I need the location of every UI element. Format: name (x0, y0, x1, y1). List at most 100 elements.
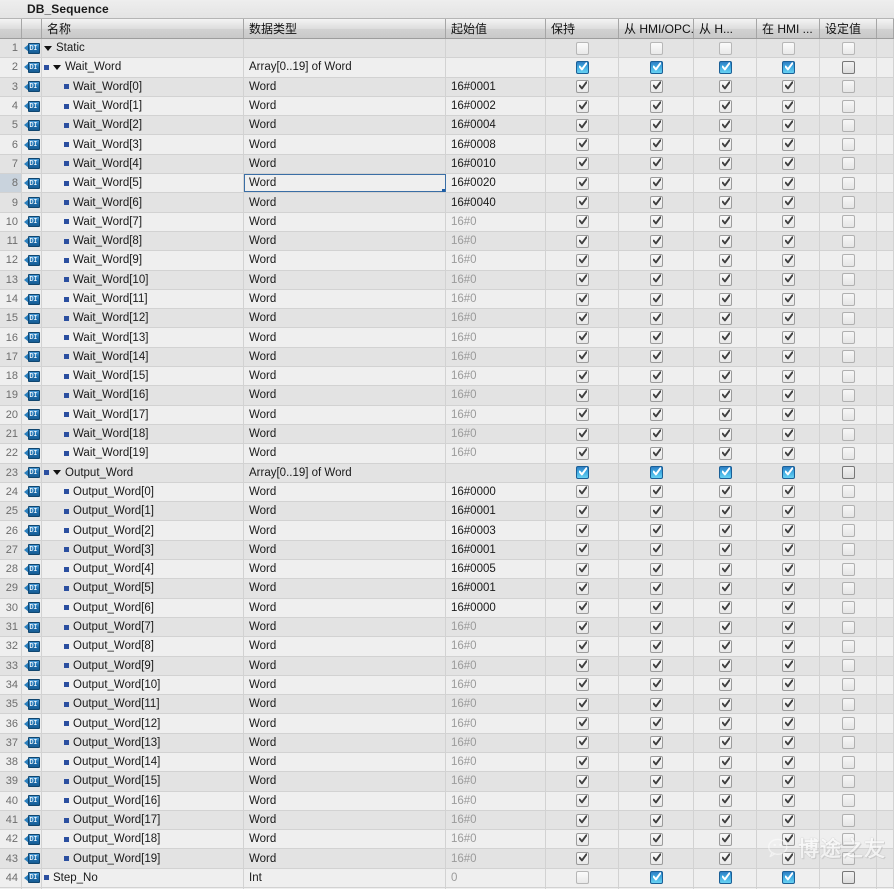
table-row[interactable]: 27 DI Output_Word[3] Word 16#0001 (0, 540, 894, 561)
cell-setpoint[interactable] (820, 695, 877, 714)
table-row[interactable]: 11 DI Wait_Word[8] Word 16#0 (0, 231, 894, 252)
cell-visible-in-hmi[interactable] (757, 193, 820, 212)
cell-accessible-from-hmi[interactable] (619, 231, 694, 251)
cell-setpoint[interactable] (820, 675, 877, 695)
visible-in-hmi-checkbox[interactable] (781, 794, 795, 808)
cell-accessible-from-hmi[interactable] (619, 560, 694, 579)
writable-from-hmi-checkbox[interactable] (718, 234, 732, 248)
cell-accessible-from-hmi[interactable] (619, 791, 694, 810)
cell-setpoint[interactable] (820, 637, 877, 656)
cell-writable-from-hmi[interactable] (694, 270, 757, 289)
retain-checkbox[interactable] (575, 774, 589, 788)
writable-from-hmi-checkbox[interactable] (718, 659, 732, 673)
accessible-from-hmi-checkbox[interactable] (649, 80, 663, 94)
cell-retain[interactable] (546, 58, 619, 77)
cell-data-type[interactable] (244, 39, 446, 58)
cell-accessible-from-hmi[interactable] (619, 463, 694, 482)
cell-accessible-from-hmi[interactable] (619, 540, 694, 560)
cell-setpoint[interactable] (820, 386, 877, 405)
cell-setpoint[interactable] (820, 251, 877, 270)
cell-setpoint[interactable] (820, 289, 877, 309)
fill-handle[interactable] (442, 189, 445, 193)
cell-retain[interactable] (546, 367, 619, 386)
cell-visible-in-hmi[interactable] (757, 830, 820, 849)
retain-checkbox[interactable] (575, 60, 589, 74)
cell-visible-in-hmi[interactable] (757, 174, 820, 193)
accessible-from-hmi-checkbox[interactable] (649, 581, 663, 595)
setpoint-checkbox[interactable] (841, 717, 855, 731)
accessible-from-hmi-checkbox[interactable] (649, 717, 663, 731)
writable-from-hmi-checkbox[interactable] (718, 524, 732, 538)
cell-data-type[interactable]: Word (244, 830, 446, 849)
column-header-start-value[interactable]: 起始值 (446, 19, 546, 38)
cell-writable-from-hmi[interactable] (694, 656, 757, 675)
cell-setpoint[interactable] (820, 231, 877, 251)
cell-data-type[interactable]: Word (244, 231, 446, 251)
cell-start-value[interactable]: 0 (446, 868, 546, 888)
cell-writable-from-hmi[interactable] (694, 540, 757, 560)
retain-checkbox[interactable] (575, 350, 589, 364)
accessible-from-hmi-checkbox[interactable] (649, 794, 663, 808)
table-row[interactable]: 41 DI Output_Word[17] Word 16#0 (0, 810, 894, 831)
cell-name[interactable]: Output_Word[1] (42, 502, 244, 521)
setpoint-checkbox[interactable] (841, 813, 855, 827)
visible-in-hmi-checkbox[interactable] (781, 138, 795, 152)
retain-checkbox[interactable] (575, 311, 589, 325)
cell-accessible-from-hmi[interactable] (619, 174, 694, 193)
setpoint-checkbox[interactable] (841, 562, 855, 576)
cell-accessible-from-hmi[interactable] (619, 695, 694, 714)
writable-from-hmi-checkbox[interactable] (718, 138, 732, 152)
retain-checkbox[interactable] (575, 273, 589, 287)
cell-accessible-from-hmi[interactable] (619, 772, 694, 791)
cell-visible-in-hmi[interactable] (757, 289, 820, 309)
cell-data-type[interactable]: Word (244, 579, 446, 598)
cell-accessible-from-hmi[interactable] (619, 714, 694, 733)
cell-retain[interactable] (546, 386, 619, 405)
writable-from-hmi-checkbox[interactable] (718, 736, 732, 750)
cell-retain[interactable] (546, 772, 619, 791)
cell-data-type[interactable]: Word (244, 502, 446, 521)
cell-setpoint[interactable] (820, 309, 877, 328)
retain-checkbox[interactable] (575, 736, 589, 750)
cell-retain[interactable] (546, 424, 619, 444)
visible-in-hmi-checkbox[interactable] (781, 813, 795, 827)
retain-checkbox[interactable] (575, 196, 589, 210)
accessible-from-hmi-checkbox[interactable] (649, 620, 663, 634)
cell-visible-in-hmi[interactable] (757, 791, 820, 810)
cell-data-type[interactable]: Word (244, 656, 446, 675)
cell-start-value[interactable]: 16#0040 (446, 193, 546, 212)
writable-from-hmi-checkbox[interactable] (718, 350, 732, 364)
cell-name[interactable]: Output_Word (42, 463, 244, 482)
cell-setpoint[interactable] (820, 830, 877, 849)
cell-visible-in-hmi[interactable] (757, 521, 820, 540)
cell-retain[interactable] (546, 39, 619, 58)
cell-accessible-from-hmi[interactable] (619, 752, 694, 772)
table-row[interactable]: 16 DI Wait_Word[13] Word 16#0 (0, 328, 894, 348)
table-row[interactable]: 32 DI Output_Word[8] Word 16#0 (0, 637, 894, 657)
table-row[interactable]: 7 DI Wait_Word[4] Word 16#0010 (0, 154, 894, 175)
writable-from-hmi-checkbox[interactable] (718, 543, 732, 557)
cell-setpoint[interactable] (820, 540, 877, 560)
cell-retain[interactable] (546, 733, 619, 752)
visible-in-hmi-checkbox[interactable] (781, 543, 795, 557)
table-row[interactable]: 25 DI Output_Word[1] Word 16#0001 (0, 502, 894, 522)
table-row[interactable]: 14 DI Wait_Word[11] Word 16#0 (0, 289, 894, 310)
table-row[interactable]: 12 DI Wait_Word[9] Word 16#0 (0, 251, 894, 271)
writable-from-hmi-checkbox[interactable] (718, 794, 732, 808)
cell-data-type[interactable]: Word (244, 328, 446, 347)
retain-checkbox[interactable] (575, 639, 589, 653)
visible-in-hmi-checkbox[interactable] (781, 852, 795, 866)
retain-checkbox[interactable] (575, 157, 589, 171)
cell-name[interactable]: Output_Word[3] (42, 540, 244, 560)
table-row[interactable]: 29 DI Output_Word[5] Word 16#0001 (0, 579, 894, 599)
cell-name[interactable]: Output_Word[15] (42, 772, 244, 791)
cell-visible-in-hmi[interactable] (757, 58, 820, 77)
cell-retain[interactable] (546, 405, 619, 424)
visible-in-hmi-checkbox[interactable] (781, 446, 795, 460)
visible-in-hmi-checkbox[interactable] (781, 253, 795, 267)
cell-accessible-from-hmi[interactable] (619, 637, 694, 656)
table-row[interactable]: 37 DI Output_Word[13] Word 16#0 (0, 733, 894, 753)
cell-name[interactable]: Wait_Word[5] (42, 174, 244, 193)
cell-visible-in-hmi[interactable] (757, 868, 820, 888)
writable-from-hmi-checkbox[interactable] (718, 99, 732, 113)
